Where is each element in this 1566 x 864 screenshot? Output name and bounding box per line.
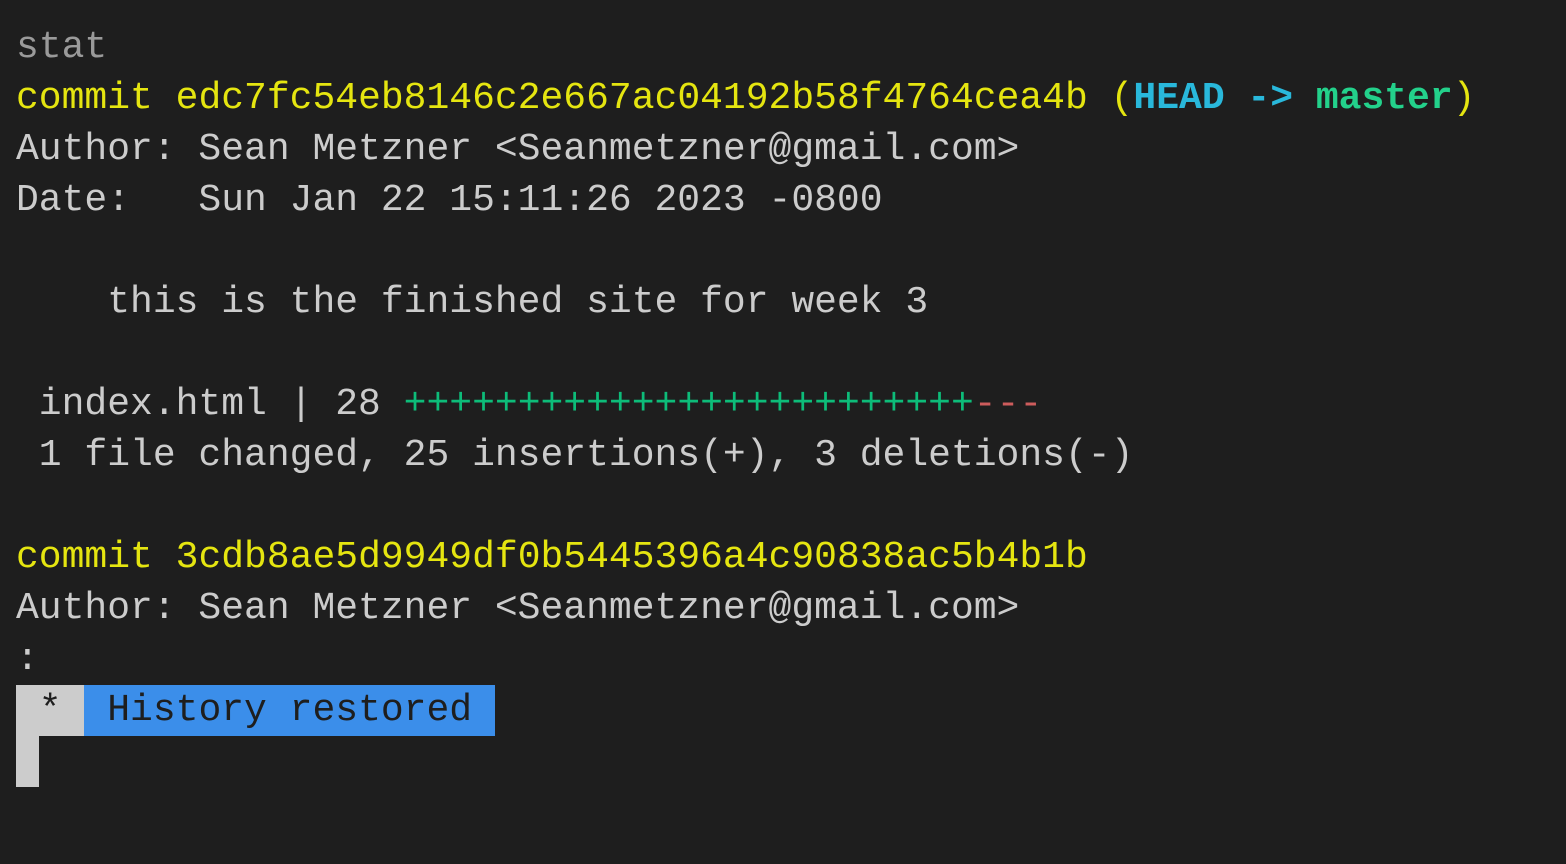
commit-message: this is the finished site for week 3 bbox=[16, 281, 929, 324]
diffstat-deletions: --- bbox=[973, 383, 1043, 426]
author-line: Author: Sean Metzner <Seanmetzner@gmail.… bbox=[16, 587, 1020, 630]
status-marker: * bbox=[16, 685, 85, 736]
commit-line-2: commit 3cdb8ae5d9949df0b5445396a4c90838a… bbox=[16, 532, 1475, 583]
commit-hash: edc7fc54eb8146c2e667ac04192b58f4764cea4b bbox=[175, 77, 1088, 120]
author-line: Author: Sean Metzner <Seanmetzner@gmail.… bbox=[16, 128, 1020, 171]
text-cursor bbox=[16, 736, 39, 787]
commit-line-1: commit edc7fc54eb8146c2e667ac04192b58f47… bbox=[16, 73, 1475, 124]
diffstat-summary: 1 file changed, 25 insertions(+), 3 dele… bbox=[16, 434, 1134, 477]
pager-prompt[interactable]: : bbox=[16, 634, 1475, 685]
branch-ref: master bbox=[1315, 77, 1453, 120]
previous-output-line: stat bbox=[16, 26, 108, 69]
date-line: Date: Sun Jan 22 15:11:26 2023 -0800 bbox=[16, 179, 883, 222]
diffstat-file: index.html | 28 bbox=[16, 383, 404, 426]
commit-label: commit bbox=[16, 77, 176, 120]
commit-hash: 3cdb8ae5d9949df0b5445396a4c90838ac5b4b1b bbox=[175, 536, 1088, 579]
cursor-row bbox=[16, 736, 1475, 787]
status-line: * History restored bbox=[16, 685, 1475, 736]
history-restored-banner: History restored bbox=[84, 685, 495, 736]
ref-open-paren: ( bbox=[1087, 77, 1134, 120]
ref-close-paren: ) bbox=[1452, 77, 1476, 120]
ref-arrow: -> bbox=[1224, 77, 1316, 120]
diffstat-line: index.html | 28 ++++++++++++++++++++++++… bbox=[16, 379, 1475, 430]
diffstat-insertions: +++++++++++++++++++++++++ bbox=[403, 383, 974, 426]
commit-label: commit bbox=[16, 536, 176, 579]
head-ref: HEAD bbox=[1133, 77, 1225, 120]
terminal-output[interactable]: stat commit edc7fc54eb8146c2e667ac04192b… bbox=[16, 22, 1475, 787]
